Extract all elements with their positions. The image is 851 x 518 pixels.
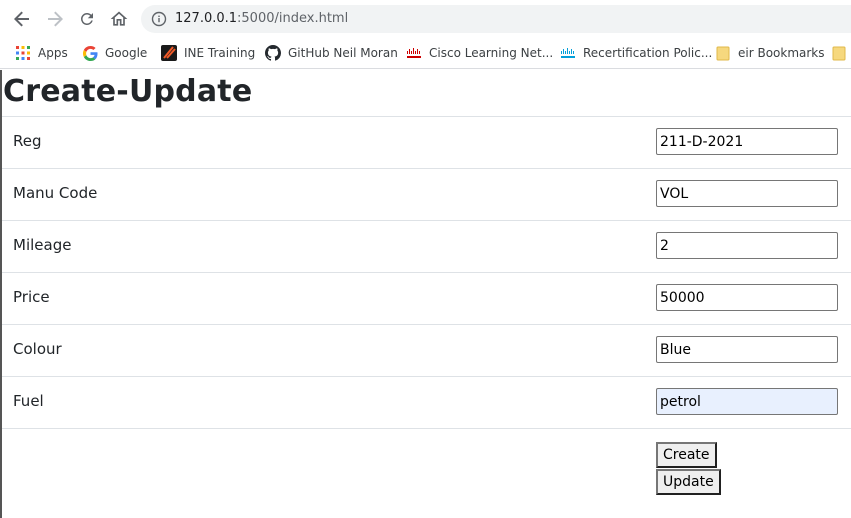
bookmark-google[interactable]: Google xyxy=(82,38,147,68)
reload-icon[interactable] xyxy=(75,7,99,31)
form-row-price: Price xyxy=(2,273,851,325)
bookmark-label: Apps xyxy=(38,46,68,60)
bookmark-label: INE Training xyxy=(184,46,256,60)
browser-toolbar: 127.0.0.1:5000/index.html xyxy=(0,0,851,38)
form-row-fuel: Fuel xyxy=(2,377,851,429)
bookmark-overflow-folder[interactable] xyxy=(831,38,851,68)
cisco-icon xyxy=(560,45,576,61)
form-row-reg: Reg xyxy=(2,117,851,169)
form-row-mileage: Mileage xyxy=(2,221,851,273)
divider xyxy=(2,428,851,429)
update-button[interactable]: Update xyxy=(656,469,721,495)
bookmark-recertification[interactable]: Recertification Polic... xyxy=(560,38,712,68)
form-row-manu-code: Manu Code xyxy=(2,169,851,221)
colour-input[interactable] xyxy=(656,336,838,363)
folder-icon xyxy=(831,45,847,61)
bookmark-label: Recertification Polic... xyxy=(583,46,713,60)
fuel-input[interactable] xyxy=(656,388,838,415)
create-button[interactable]: Create xyxy=(656,442,717,468)
bookmark-eir-folder[interactable]: eir Bookmarks xyxy=(715,38,825,68)
field-label-manu-code: Manu Code xyxy=(13,184,98,202)
folder-icon xyxy=(715,45,731,61)
google-icon xyxy=(82,45,98,61)
home-icon[interactable] xyxy=(107,7,131,31)
bookmark-github[interactable]: GitHub Neil Moran xyxy=(265,38,398,68)
field-label-fuel: Fuel xyxy=(13,392,44,410)
forward-arrow-icon[interactable] xyxy=(43,7,67,31)
form-row-colour: Colour xyxy=(2,325,851,377)
bookmarks-bar: Apps Google INE Training GitHub Neil Mor… xyxy=(0,38,851,69)
reg-input[interactable] xyxy=(656,128,838,155)
bookmark-label: Cisco Learning Net... xyxy=(429,46,554,60)
manu-code-input[interactable] xyxy=(656,180,838,207)
apps-grid-icon xyxy=(15,45,31,61)
url-text: 127.0.0.1:5000/index.html xyxy=(175,11,348,27)
bookmark-label: eir Bookmarks xyxy=(738,46,825,60)
mileage-input[interactable] xyxy=(656,232,838,259)
page-title: Create-Update xyxy=(3,74,253,109)
field-label-price: Price xyxy=(13,288,50,306)
url-path: :5000/index.html xyxy=(237,11,349,26)
field-label-mileage: Mileage xyxy=(13,236,72,254)
url-host: 127.0.0.1 xyxy=(175,11,238,26)
bookmark-cisco-learning[interactable]: Cisco Learning Net... xyxy=(406,38,553,68)
bookmark-apps[interactable]: Apps xyxy=(15,38,68,68)
ine-icon xyxy=(161,45,177,61)
page-content: Create-Update Reg Manu Code Mileage Pric… xyxy=(0,70,851,518)
price-input[interactable] xyxy=(656,284,838,311)
cisco-icon xyxy=(406,45,422,61)
bookmark-label: GitHub Neil Moran xyxy=(288,46,398,60)
back-arrow-icon[interactable] xyxy=(10,7,34,31)
github-icon xyxy=(265,45,281,61)
field-label-reg: Reg xyxy=(13,132,42,150)
info-icon[interactable] xyxy=(151,11,167,27)
address-bar[interactable]: 127.0.0.1:5000/index.html xyxy=(141,5,851,33)
bookmark-label: Google xyxy=(105,46,148,60)
bookmark-ine-training[interactable]: INE Training xyxy=(161,38,255,68)
field-label-colour: Colour xyxy=(13,340,62,358)
